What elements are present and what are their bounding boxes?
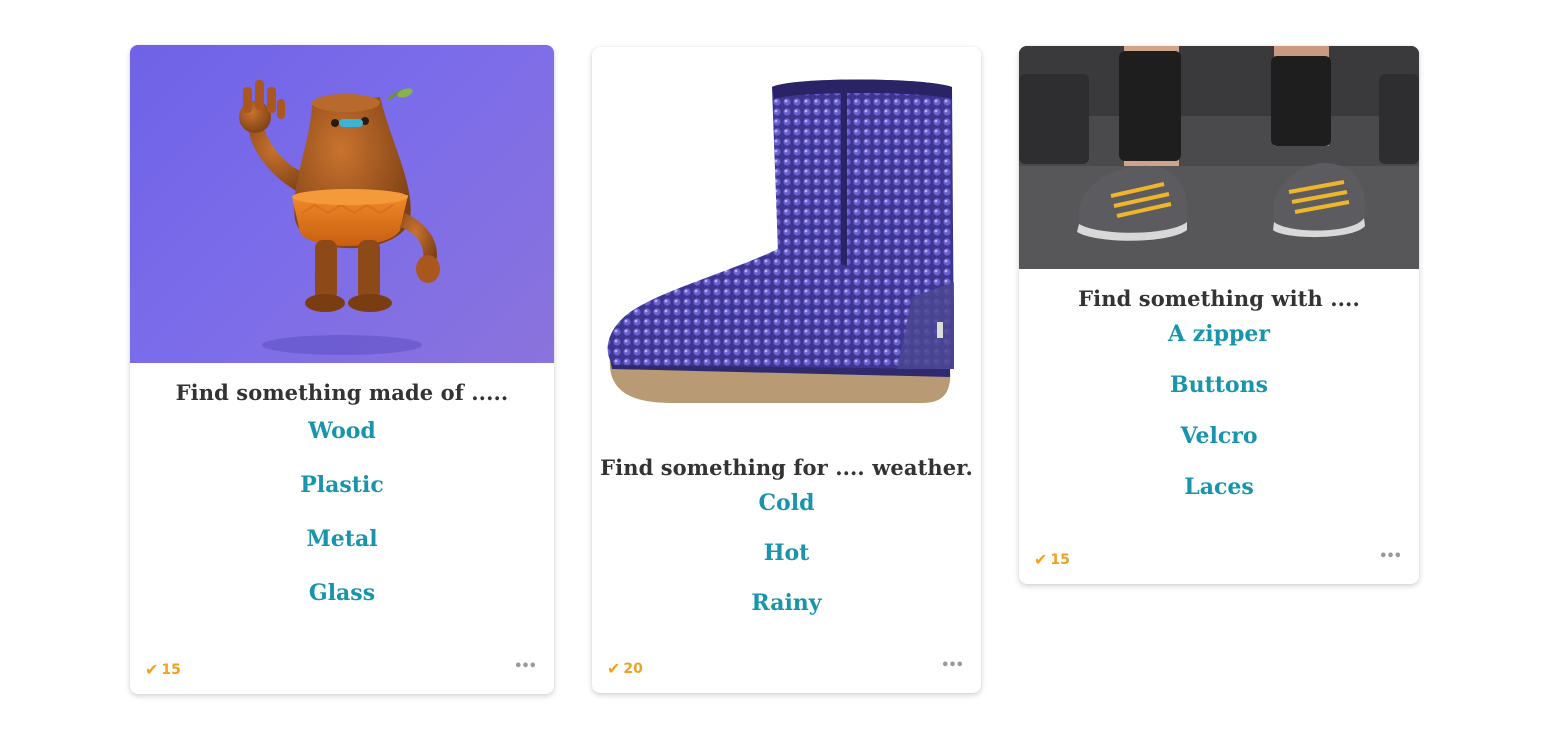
prompt-card: Find something for .... weather. Cold Ho… <box>592 47 981 693</box>
more-options-icon[interactable]: ••• <box>514 659 537 674</box>
card-image[interactable] <box>592 47 981 417</box>
card-footer: ✔ 15 ••• <box>1019 548 1419 570</box>
card-prompt-title: Find something with .... <box>1078 286 1360 311</box>
card-prompt-title: Find something for .... weather. <box>600 455 973 480</box>
option-velcro[interactable]: Velcro <box>1019 411 1419 462</box>
more-options-icon[interactable]: ••• <box>941 658 964 673</box>
option-laces[interactable]: Laces <box>1019 462 1419 513</box>
option-plastic[interactable]: Plastic <box>130 458 554 512</box>
card-image[interactable] <box>130 45 554 363</box>
prompt-card: Find something with .... A zipper Button… <box>1019 46 1419 584</box>
vote-button[interactable]: ✔ 15 <box>1034 550 1070 569</box>
answer-options: A zipper Buttons Velcro Laces <box>1019 309 1419 513</box>
card-footer: ✔ 15 ••• <box>130 658 554 680</box>
option-rainy[interactable]: Rainy <box>592 578 981 628</box>
vote-count: 15 <box>161 662 181 678</box>
option-buttons[interactable]: Buttons <box>1019 360 1419 411</box>
sequin-boot-illustration <box>607 79 954 403</box>
more-options-icon[interactable]: ••• <box>1379 549 1402 564</box>
check-icon: ✔ <box>1034 550 1048 569</box>
option-cold[interactable]: Cold <box>592 478 981 528</box>
wooden-character-illustration <box>239 80 440 355</box>
sneakers-photo-illustration <box>1019 46 1419 269</box>
option-glass[interactable]: Glass <box>130 566 554 620</box>
answer-options: Wood Plastic Metal Glass <box>130 404 554 620</box>
option-a-zipper[interactable]: A zipper <box>1019 309 1419 360</box>
option-hot[interactable]: Hot <box>592 528 981 578</box>
answer-options: Cold Hot Rainy <box>592 478 981 628</box>
check-icon: ✔ <box>607 659 621 678</box>
card-board: Find something made of ..... Wood Plasti… <box>0 0 1564 746</box>
option-wood[interactable]: Wood <box>130 404 554 458</box>
vote-button[interactable]: ✔ 20 <box>607 659 643 678</box>
vote-count: 15 <box>1050 552 1070 568</box>
check-icon: ✔ <box>145 660 159 679</box>
card-image[interactable] <box>1019 46 1419 269</box>
card-footer: ✔ 20 ••• <box>592 657 981 679</box>
vote-button[interactable]: ✔ 15 <box>145 660 181 679</box>
vote-count: 20 <box>623 661 643 677</box>
prompt-card: Find something made of ..... Wood Plasti… <box>130 45 554 694</box>
option-metal[interactable]: Metal <box>130 512 554 566</box>
card-prompt-title: Find something made of ..... <box>175 380 509 405</box>
